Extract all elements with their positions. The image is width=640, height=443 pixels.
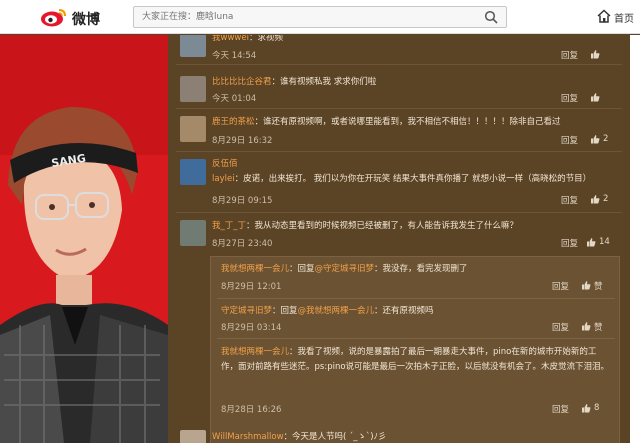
avatar[interactable] — [180, 430, 206, 443]
reply-text: 我就想两棵一会儿：我看了视频，说的是暴露拍了最后一期暴走大事件，pino在新的城… — [221, 347, 610, 372]
home-icon — [597, 9, 611, 23]
search-input[interactable] — [134, 7, 474, 27]
page-margin — [630, 35, 640, 443]
like-button[interactable]: 2 — [590, 194, 614, 205]
thumbs-up-icon — [591, 135, 600, 144]
search-box[interactable] — [133, 6, 507, 28]
reply-button[interactable]: 回复 — [552, 280, 569, 292]
reply-button[interactable]: 回复 — [561, 49, 578, 61]
comment-item: 反伍佰laylei：皮诺，出来挨打。 我们以为你在开玩笑 结果大事件真你播了 就… — [168, 152, 630, 213]
reply-time: 8月29日 12:01 — [221, 282, 282, 292]
reply-button[interactable]: 回复 — [552, 403, 569, 415]
reply-username[interactable]: 守定城寻旧梦 — [221, 306, 272, 316]
reply-item: 守定城寻旧梦：回复@我就想两棵一会儿：还有原视频吗 8月29日 03:14 回复… — [211, 299, 621, 339]
thumbs-up-icon — [591, 195, 600, 204]
comment-text: WillMarshmallow：今天是人节吗( ´_ゝ`)ﾉ彡 — [212, 432, 387, 442]
reply-item: 我就想两棵一会儿：我看了视频，说的是暴露拍了最后一期暴走大事件，pino在新的城… — [211, 339, 621, 439]
avatar[interactable] — [180, 220, 206, 246]
weibo-eye-icon — [41, 9, 66, 27]
comment-item: 我wwwei：求视频 今天 14:54 回复 — [168, 35, 630, 65]
comment-time: 今天 01:04 — [212, 94, 257, 104]
reply-button[interactable]: 回复 — [561, 194, 578, 206]
reply-text: 守定城寻旧梦：回复@我就想两棵一会儿：还有原视频吗 — [221, 306, 434, 316]
comment-item: 比比比比企谷君：谁有视频私我 求求你们啦 今天 01:04 回复 — [168, 71, 630, 109]
divider — [176, 64, 622, 65]
reply-item: 我就想两棵一会儿：回复@守定城寻旧梦：我没存，看完发现删了 8月29日 12:0… — [211, 257, 621, 299]
thumbs-up-icon — [591, 50, 600, 59]
comment-username[interactable]: 鹿王的茶松 — [212, 117, 255, 127]
comment-item: 鹿王的茶松：谁还有原视频啊，或者说哪里能看到，我不相信不相信！！！！！除非自己看… — [168, 109, 630, 152]
comment-username[interactable]: 我_丁_丁 — [212, 221, 246, 231]
like-count: 2 — [603, 194, 609, 204]
comment-username[interactable]: WillMarshmallow — [212, 432, 284, 442]
reply-mention[interactable]: @守定城寻旧梦 — [315, 264, 375, 274]
logo-text: 微博 — [72, 12, 100, 28]
top-bar: 微博 首页 — [0, 0, 640, 34]
comment-time: 8月29日 09:15 — [212, 196, 273, 206]
comment-time: 今天 14:54 — [212, 51, 257, 61]
like-count: 8 — [594, 403, 600, 413]
like-button[interactable]: 赞 — [581, 280, 607, 292]
reply-button[interactable]: 回复 — [561, 237, 578, 249]
like-button[interactable]: 赞 — [581, 321, 607, 333]
like-button[interactable] — [590, 49, 614, 60]
reply-button[interactable]: 回复 — [552, 321, 569, 333]
thumbs-up-icon — [591, 93, 600, 102]
comment-text: 鹿王的茶松：谁还有原视频啊，或者说哪里能看到，我不相信不相信！！！！！除非自己看… — [212, 117, 561, 127]
reply-text: 我就想两棵一会儿：回复@守定城寻旧梦：我没存，看完发现删了 — [221, 264, 468, 274]
like-count: 14 — [599, 237, 610, 247]
comment-text: 反伍佰laylei：皮诺，出来挨打。 我们以为你在开玩笑 结果大事件真你播了 就… — [212, 159, 592, 184]
avatar[interactable] — [180, 35, 206, 57]
like-button[interactable]: 8 — [581, 403, 607, 414]
comment-item: 我_丁_丁：我从动态里看到的时候视频已经被删了，有人能告诉我发生了什么嘛？ 8月… — [168, 213, 630, 251]
search-icon[interactable] — [484, 10, 498, 24]
profile-photo: SANG — [0, 35, 168, 443]
reply-time: 8月29日 03:14 — [221, 323, 282, 333]
thumbs-up-icon — [582, 404, 591, 413]
reply-time: 8月28日 16:26 — [221, 405, 282, 415]
comment-item: WillMarshmallow：今天是人节吗( ´_ゝ`)ﾉ彡 — [168, 428, 630, 443]
weibo-logo[interactable]: 微博 — [40, 6, 120, 28]
like-button[interactable] — [590, 92, 614, 103]
comment-text: 我_丁_丁：我从动态里看到的时候视频已经被删了，有人能告诉我发生了什么嘛？ — [212, 221, 519, 231]
avatar[interactable] — [180, 116, 206, 142]
thumbs-up-icon — [587, 238, 596, 247]
reply-username[interactable]: 我就想两棵一会儿 — [221, 347, 289, 357]
comment-username[interactable]: 比比比比企谷君 — [212, 77, 272, 87]
comment-text: 我wwwei：求视频 — [212, 35, 283, 43]
like-label: 赞 — [594, 323, 603, 333]
like-count: 2 — [603, 134, 609, 144]
reply-button[interactable]: 回复 — [561, 134, 578, 146]
thumbs-up-icon — [582, 322, 591, 331]
comment-time: 8月27日 23:40 — [212, 239, 273, 249]
reply-thread: 我就想两棵一会儿：回复@守定城寻旧梦：我没存，看完发现删了 8月29日 12:0… — [210, 256, 620, 443]
like-label: 赞 — [594, 282, 603, 292]
like-button[interactable]: 14 — [586, 237, 614, 248]
comment-username[interactable]: 我wwwei — [212, 35, 249, 43]
comment-text: 比比比比企谷君：谁有视频私我 求求你们啦 — [212, 77, 377, 87]
home-label: 首页 — [614, 14, 634, 25]
thumbs-up-icon — [582, 281, 591, 290]
avatar[interactable] — [180, 76, 206, 102]
comment-time: 8月29日 16:32 — [212, 136, 273, 146]
like-button[interactable]: 2 — [590, 134, 614, 145]
comment-panel: 我wwwei：求视频 今天 14:54 回复 比比比比企谷君：谁有视频私我 求求… — [168, 35, 630, 443]
reply-mention[interactable]: @我就想两棵一会儿 — [298, 306, 375, 316]
reply-username[interactable]: 我就想两棵一会儿 — [221, 264, 289, 274]
avatar[interactable] — [180, 159, 206, 185]
reply-button[interactable]: 回复 — [561, 92, 578, 104]
person-photo-illustration: SANG — [0, 35, 168, 443]
